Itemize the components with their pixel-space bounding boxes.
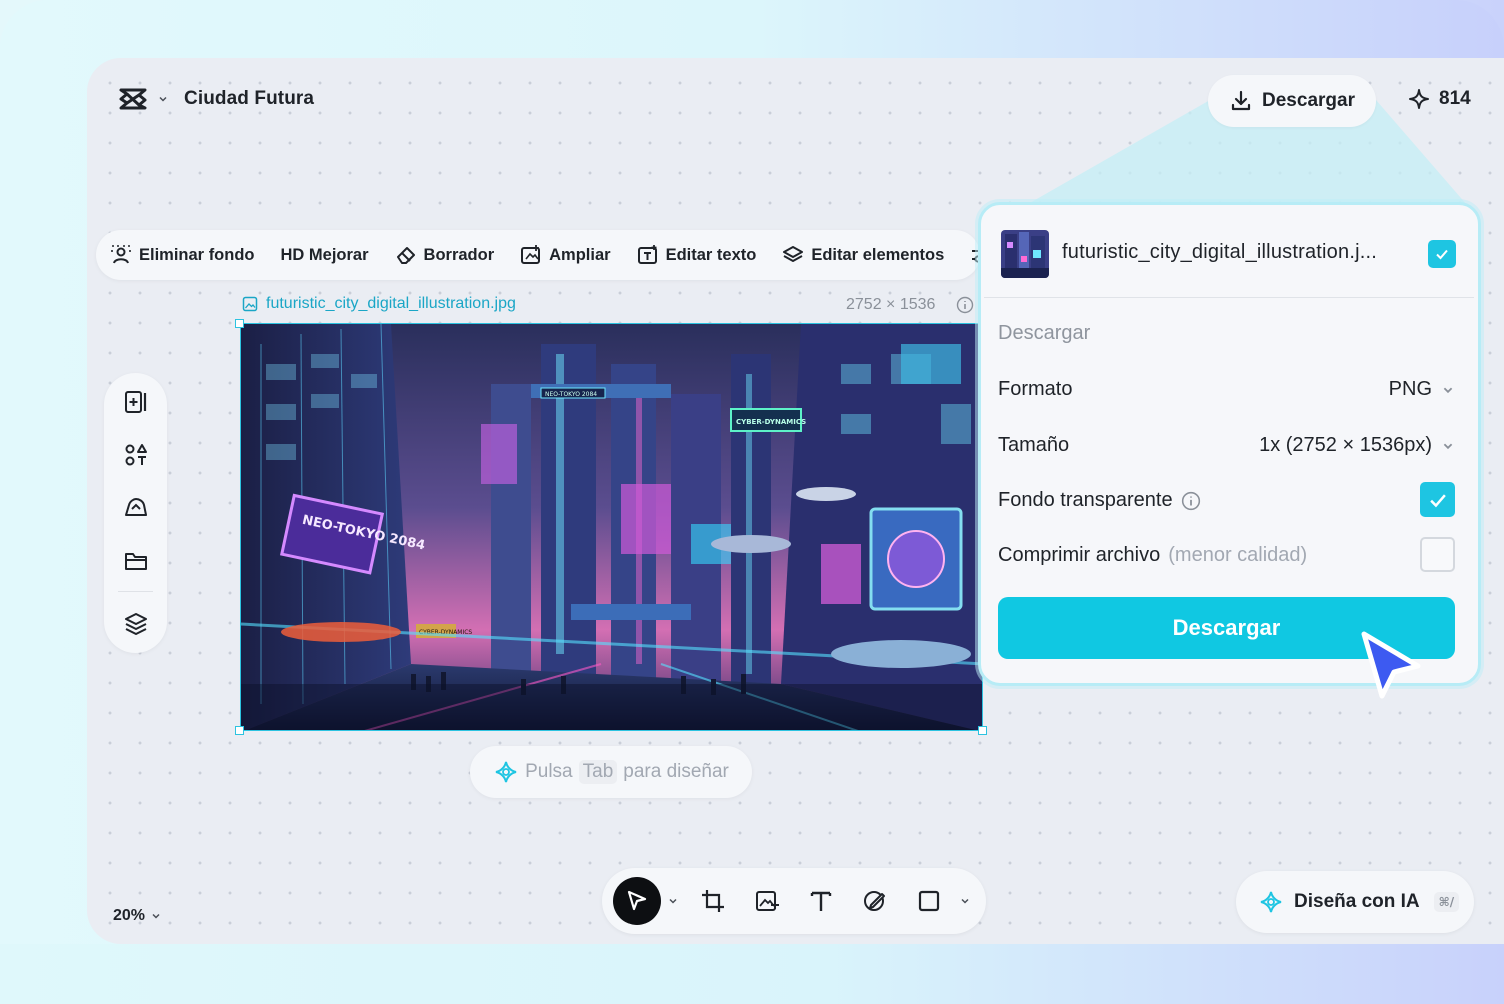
- zoom-control[interactable]: 20%: [113, 907, 161, 925]
- transparent-label-text: Fondo transparente: [998, 489, 1173, 511]
- format-label-text: Formato: [998, 378, 1073, 400]
- check-icon: [1429, 493, 1446, 507]
- elements-icon[interactable]: [123, 442, 149, 468]
- left-tool-panel: [104, 373, 167, 653]
- eraser-label: Borrador: [423, 245, 495, 264]
- compress-file-checkbox[interactable]: [1420, 537, 1455, 572]
- info-icon[interactable]: [1181, 491, 1201, 511]
- transparent-background-label: Fondo transparente: [998, 489, 1201, 512]
- hint-key: Tab: [578, 760, 618, 784]
- project-title[interactable]: Ciudad Futura: [184, 88, 314, 110]
- expand-label: Ampliar: [549, 245, 611, 264]
- resize-handle-top-left[interactable]: [235, 319, 244, 328]
- eraser-button[interactable]: Borrador: [395, 244, 495, 266]
- compress-file-label: Comprimir archivo (menor calidad): [998, 544, 1307, 567]
- layers-stack-icon[interactable]: [123, 611, 149, 637]
- ai-design-icon: [1260, 891, 1282, 913]
- draw-icon[interactable]: [862, 888, 888, 914]
- remove-background-label: Eliminar fondo: [139, 245, 255, 264]
- edit-text-button[interactable]: Editar texto: [637, 244, 757, 266]
- capcut-logo-icon: [119, 88, 147, 110]
- edit-elements-label: Editar elementos: [811, 245, 945, 264]
- download-label: Descargar: [1262, 90, 1355, 111]
- resize-handle-bottom-left[interactable]: [235, 726, 244, 735]
- hd-enhance-label: HD Mejorar: [280, 245, 369, 264]
- design-with-ai-button[interactable]: Diseña con IA ⌘/: [1236, 871, 1474, 933]
- credits-counter[interactable]: 814: [1408, 88, 1471, 110]
- compress-label-text: Comprimir archivo: [998, 544, 1161, 566]
- export-file-name: futuristic_city_digital_illustration.j..…: [1062, 241, 1377, 263]
- image-file-name-text: futuristic_city_digital_illustration.jpg: [266, 295, 516, 312]
- eraser-icon: [396, 247, 415, 264]
- edit-elements-button[interactable]: Editar elementos: [782, 244, 944, 266]
- hint-suffix: para diseñar: [623, 761, 729, 782]
- edit-text-icon: [637, 245, 657, 264]
- file-select-checkbox[interactable]: [1428, 240, 1456, 268]
- credits-value: 814: [1439, 88, 1471, 109]
- chevron-down-icon: [152, 913, 160, 919]
- download-section-title: Descargar: [998, 322, 1091, 344]
- sparkle-icon: [1409, 89, 1429, 109]
- panel-divider: [984, 297, 1474, 298]
- brand-menu[interactable]: Ciudad Futura: [118, 86, 314, 112]
- file-thumbnail: [1001, 230, 1049, 278]
- remove-background-button[interactable]: Eliminar fondo: [110, 244, 255, 266]
- select-arrow-icon: [627, 890, 647, 911]
- size-label-text: Tamaño: [998, 434, 1070, 456]
- folder-icon[interactable]: [123, 548, 149, 574]
- format-select[interactable]: PNG: [1389, 378, 1454, 401]
- image-file-name[interactable]: futuristic_city_digital_illustration.jpg: [242, 295, 516, 313]
- download-panel: futuristic_city_digital_illustration.j..…: [978, 202, 1481, 686]
- expand-icon: [521, 245, 541, 264]
- sign-cyber-dynamics: CYBER-DYNAMICS: [736, 418, 806, 426]
- sign-neo-tokyo-small: NEO-TOKYO 2084: [545, 391, 597, 398]
- resize-handle-bottom-right[interactable]: [978, 726, 987, 735]
- remove-background-icon: [111, 245, 131, 264]
- crop-icon[interactable]: [700, 888, 726, 914]
- chevron-down-icon: [159, 96, 167, 102]
- hd-enhance-button[interactable]: HD Mejorar: [281, 246, 369, 265]
- image-toolbar: Eliminar fondo HD Mejorar Borrador Ampli…: [96, 230, 991, 280]
- image-dimensions: 2752 × 1536: [846, 296, 936, 313]
- chevron-down-icon[interactable]: [960, 896, 970, 906]
- chevron-down-icon[interactable]: [668, 896, 678, 906]
- info-icon[interactable]: [956, 296, 974, 314]
- select-tool-button[interactable]: [613, 877, 661, 925]
- ai-design-icon: [495, 761, 517, 783]
- size-select[interactable]: 1x (2752 × 1536px): [1259, 434, 1454, 457]
- edit-text-label: Editar texto: [665, 245, 757, 264]
- shortcut-key: ⌘/: [1433, 892, 1460, 912]
- layers-icon: [783, 246, 804, 262]
- add-media-icon[interactable]: [123, 389, 149, 415]
- background-strip: [0, 944, 1504, 1004]
- chevron-down-icon: [1443, 443, 1453, 449]
- futuristic-city-illustration: NEO-TOKYO 2084 NEO-TOKYO 2084 CYBER-DYNA…: [241, 324, 982, 730]
- chevron-down-icon: [1443, 387, 1453, 393]
- hint-prefix: Pulsa: [525, 761, 573, 782]
- bottom-toolbar: [602, 868, 986, 934]
- expand-button[interactable]: Ampliar: [520, 244, 611, 266]
- rectangle-icon[interactable]: [916, 888, 942, 914]
- cloud-upload-icon[interactable]: [123, 495, 149, 521]
- mouse-pointer-icon: [1361, 631, 1421, 699]
- add-image-icon[interactable]: [754, 888, 780, 914]
- tab-hint[interactable]: Pulsa Tab para diseñar: [470, 746, 752, 798]
- panel-divider: [118, 591, 153, 592]
- size-label: Tamaño: [998, 434, 1069, 457]
- compress-note: (menor calidad): [1168, 544, 1308, 566]
- format-label: Formato: [998, 378, 1072, 401]
- canvas-image[interactable]: NEO-TOKYO 2084 NEO-TOKYO 2084 CYBER-DYNA…: [240, 323, 983, 731]
- download-icon: [1231, 90, 1251, 111]
- design-with-ai-label: Diseña con IA: [1294, 891, 1420, 912]
- text-tool-icon[interactable]: [808, 888, 834, 914]
- image-file-icon: [242, 296, 258, 312]
- transparent-background-checkbox[interactable]: [1420, 482, 1455, 517]
- size-value: 1x (2752 × 1536px): [1259, 434, 1432, 456]
- check-icon: [1436, 249, 1448, 260]
- download-button[interactable]: Descargar: [1208, 75, 1376, 127]
- format-value: PNG: [1388, 378, 1432, 400]
- zoom-value: 20%: [113, 907, 146, 924]
